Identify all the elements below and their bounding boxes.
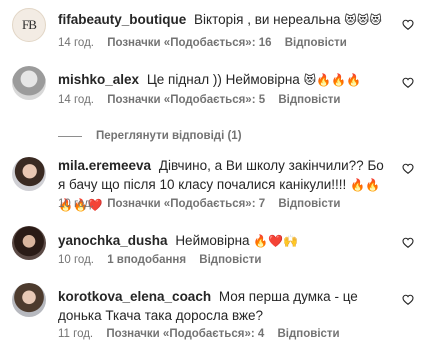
heart-outline-icon: [402, 163, 414, 174]
view-replies-label: Переглянути відповіді (1): [96, 130, 242, 142]
heart-outline-icon: [402, 294, 414, 305]
avatar[interactable]: [12, 283, 46, 317]
comment-username[interactable]: mila.eremeeva: [58, 158, 151, 173]
likes-count[interactable]: Позначки «Подобається»: 5: [107, 94, 265, 106]
avatar[interactable]: [12, 226, 46, 260]
heart-outline-icon: [402, 77, 414, 88]
comment-username[interactable]: mishko_alex: [58, 72, 139, 87]
reply-button[interactable]: Відповісти: [199, 254, 261, 266]
comment-text: Неймовірна: [175, 233, 250, 248]
avatar-monogram: FB: [22, 17, 37, 32]
reply-button[interactable]: Відповісти: [278, 94, 340, 106]
comment-emoji: 😻🔥🔥🔥: [303, 73, 361, 87]
heart-outline-icon: [402, 237, 414, 248]
comment-emoji: 😻😻😻: [344, 13, 382, 27]
comment-username[interactable]: yanochka_dusha: [58, 233, 168, 248]
comment-time: 10 год.: [58, 198, 94, 210]
likes-count[interactable]: Позначки «Подобається»: 16: [107, 37, 271, 49]
comment-meta: 14 год. Позначки «Подобається»: 5 Відпов…: [58, 94, 350, 106]
reply-button[interactable]: Відповісти: [278, 198, 340, 210]
heart-outline-icon: [402, 19, 414, 30]
like-button[interactable]: [400, 291, 416, 307]
likes-count[interactable]: 1 вподобання: [107, 254, 186, 266]
like-button[interactable]: [400, 16, 416, 32]
comment-meta: 14 год. Позначки «Подобається»: 16 Відпо…: [58, 37, 357, 49]
reply-button[interactable]: Відповісти: [285, 37, 347, 49]
comment-username[interactable]: fifabeauty_boutique: [58, 12, 186, 27]
like-button[interactable]: [400, 160, 416, 176]
avatar[interactable]: [12, 157, 46, 191]
comment-username[interactable]: korotkova_elena_coach: [58, 289, 211, 304]
like-button[interactable]: [400, 74, 416, 90]
avatar[interactable]: FB: [12, 8, 46, 42]
comment-emoji: 🔥❤️🙌: [253, 234, 299, 248]
likes-count[interactable]: Позначки «Подобається»: 7: [107, 198, 265, 210]
comment-text: Вікторія , ви нереальна: [194, 12, 341, 27]
comment-time: 14 год.: [58, 37, 94, 49]
like-button[interactable]: [400, 234, 416, 250]
reply-button[interactable]: Відповісти: [277, 328, 339, 340]
comments-list: FB fifabeauty_boutique Вікторія , ви нер…: [0, 0, 428, 348]
replies-divider-line: [58, 135, 82, 137]
comment-body: mishko_alex Це піднал )) Неймовірна 😻🔥🔥🔥: [58, 70, 388, 90]
comment-meta: 10 год. Позначки «Подобається»: 7 Відпов…: [58, 198, 350, 210]
comment-time: 11 год.: [58, 328, 94, 340]
comment-time: 14 год.: [58, 94, 94, 106]
comment-text: Це піднал )) Неймовірна: [146, 72, 300, 87]
view-replies-button[interactable]: Переглянути відповіді (1): [58, 130, 242, 142]
comment-meta: 11 год. Позначки «Подобається»: 4 Відпов…: [58, 328, 350, 340]
comment-body: fifabeauty_boutique Вікторія , ви нереал…: [58, 10, 388, 30]
comment-meta: 10 год. 1 вподобання Відповісти: [58, 254, 271, 266]
avatar[interactable]: [12, 66, 46, 100]
comment-body: yanochka_dusha Неймовірна 🔥❤️🙌: [58, 231, 388, 251]
likes-count[interactable]: Позначки «Подобається»: 4: [106, 328, 264, 340]
comment-body: korotkova_elena_coach Моя перша думка - …: [58, 287, 388, 325]
comment-time: 10 год.: [58, 254, 94, 266]
